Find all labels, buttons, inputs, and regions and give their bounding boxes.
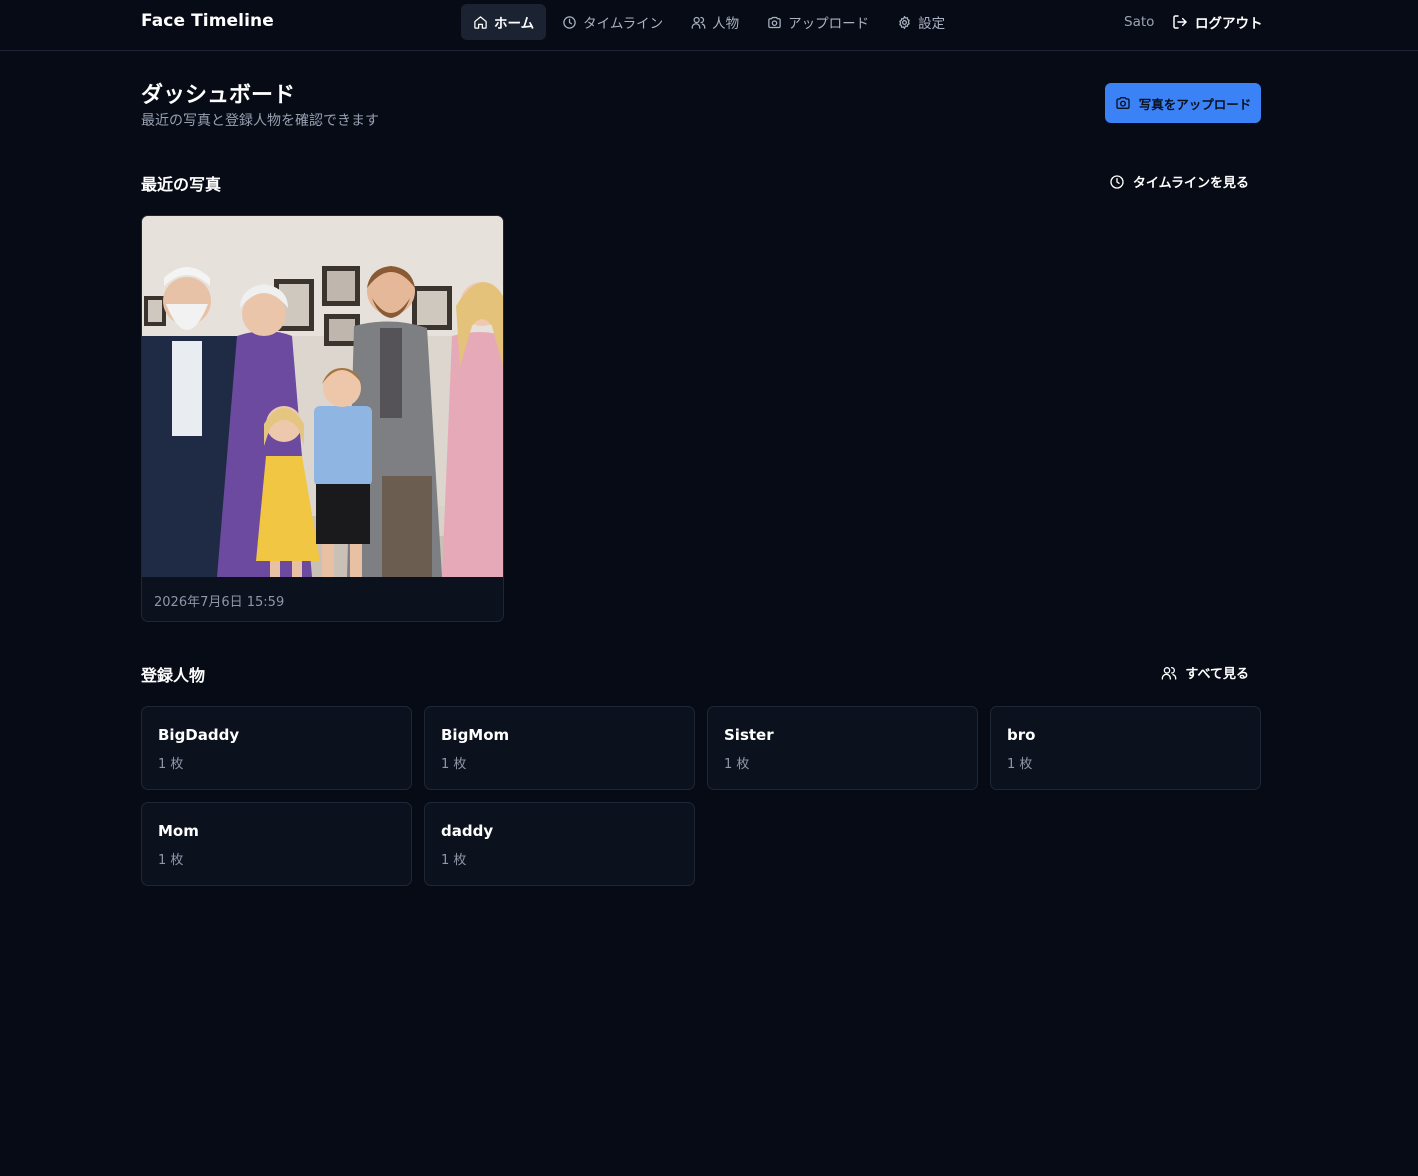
person-card-mom[interactable]: Mom 1 枚 [141,802,412,886]
person-name: daddy [441,822,494,840]
nav-upload-label: アップロード [788,16,870,32]
view-all-label: すべて見る [1185,667,1249,682]
view-timeline-link[interactable]: タイムラインを見る [1109,172,1249,191]
person-card-sister[interactable]: Sister 1 枚 [707,706,978,790]
logout-icon [1173,15,1187,29]
page-subtitle: 最近の写真と登録人物を確認できます [141,113,379,129]
person-name: Mom [158,822,199,840]
person-photo-count: 1 枚 [441,853,467,868]
view-timeline-label: タイムラインを見る [1132,176,1249,191]
people-grid: BigDaddy 1 枚 BigMom 1 枚 Sister 1 枚 bro 1… [141,706,1261,886]
photo-card[interactable]: 2026年7月6日 15:59 [141,215,504,622]
person-photo-count: 1 枚 [158,853,184,868]
person-photo-count: 1 枚 [158,757,184,772]
person-name: bro [1007,726,1036,744]
main-nav: ホーム タイムライン 人物 アップロード 設定 [461,4,957,40]
nav-home[interactable]: ホーム [461,4,547,40]
nav-people-label: 人物 [712,16,740,32]
person-photo-count: 1 枚 [724,757,750,772]
photo-date: 2026年7月6日 15:59 [154,595,285,610]
nav-people[interactable]: 人物 [679,4,751,40]
registered-people-title: 登録人物 [141,666,206,685]
nav-timeline-label: タイムライン [583,16,664,32]
person-name: Sister [724,726,774,744]
person-photo-count: 1 枚 [1007,757,1033,772]
clock-icon [563,15,576,29]
top-bar: Face Timeline ホーム タイムライン 人物 アップロード 設定 Sa… [0,0,1418,51]
nav-upload[interactable]: アップロード [755,4,881,40]
person-card-bigmom[interactable]: BigMom 1 枚 [424,706,695,790]
person-name: BigDaddy [158,726,240,744]
person-card-bro[interactable]: bro 1 枚 [990,706,1261,790]
gear-icon [899,15,910,29]
camera-icon [1116,97,1130,109]
logout-label: ログアウト [1195,16,1263,32]
page-title: ダッシュボード [141,83,296,108]
person-photo-count: 1 枚 [441,757,467,772]
nav-settings-label: 設定 [918,16,946,32]
nav-settings[interactable]: 設定 [885,4,957,40]
nav-home-label: ホーム [494,16,535,32]
person-card-daddy[interactable]: daddy 1 枚 [424,802,695,886]
logout-button[interactable]: ログアウト [1172,12,1263,32]
users-icon [1162,666,1177,680]
view-all-people-link[interactable]: すべて見る [1161,663,1249,682]
home-icon [474,15,487,29]
upload-photo-label: 写真をアップロード [1138,96,1252,112]
family-photo [142,216,503,577]
person-card-bigdaddy[interactable]: BigDaddy 1 枚 [141,706,412,790]
upload-photo-button[interactable]: 写真をアップロード [1105,83,1261,123]
clock-icon [1110,174,1124,189]
recent-photos-title: 最近の写真 [141,175,222,194]
users-icon [691,16,706,29]
nav-timeline[interactable]: タイムライン [550,4,675,40]
brand-title[interactable]: Face Timeline [141,11,274,31]
camera-icon [768,16,781,28]
person-name: BigMom [441,726,510,744]
user-name: Sato [1124,14,1155,30]
